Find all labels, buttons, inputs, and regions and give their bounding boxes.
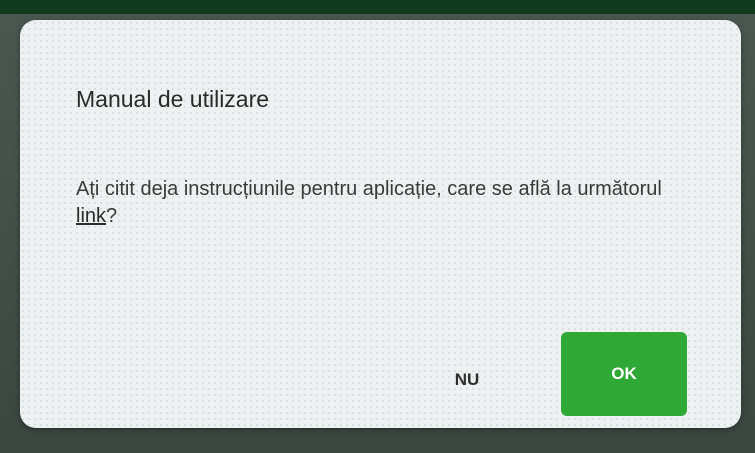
dialog-message: Ați citit deja instrucțiunile pentru apl… xyxy=(76,176,696,230)
no-button[interactable]: NU xyxy=(422,356,512,404)
ok-button[interactable]: OK xyxy=(561,332,687,416)
message-suffix: ? xyxy=(106,205,118,227)
status-bar xyxy=(0,0,755,14)
dialog-title: Manual de utilizare xyxy=(76,86,270,112)
message-text: Ați citit deja instrucțiunile pentru apl… xyxy=(76,178,662,200)
manual-link[interactable]: link xyxy=(76,205,106,227)
manual-dialog: Manual de utilizare Ați citit deja instr… xyxy=(20,20,741,428)
